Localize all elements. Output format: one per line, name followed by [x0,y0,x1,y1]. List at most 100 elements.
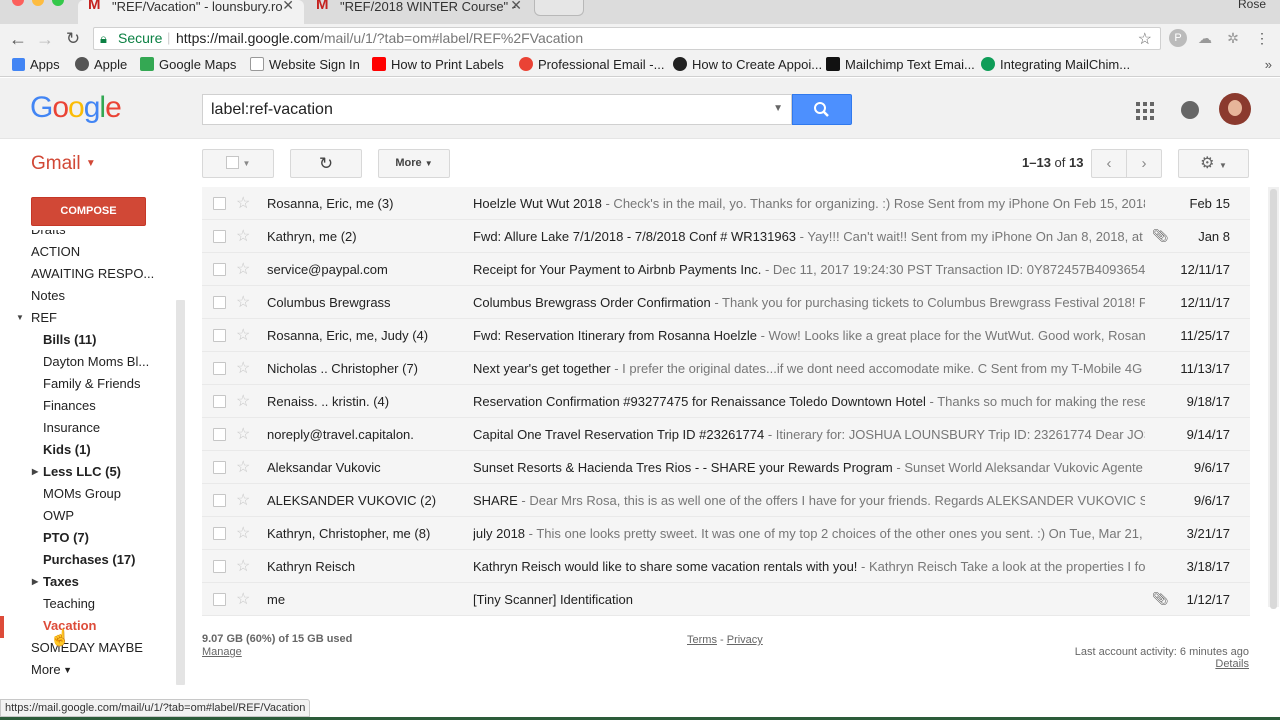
row-checkbox[interactable] [213,362,226,375]
row-checkbox[interactable] [213,593,226,606]
sidebar-item-taxes[interactable]: ▶ Taxes [32,571,79,593]
sidebar-item-less-llc-5[interactable]: ▶ Less LLC (5) [32,461,121,483]
bookmark-create-appointment[interactable]: How to Create Appoi... [673,57,822,72]
row-checkbox[interactable] [213,197,226,210]
reload-icon[interactable]: ↻ [62,27,84,51]
star-icon[interactable]: ☆ [236,325,250,345]
star-icon[interactable]: ☆ [236,292,250,312]
row-checkbox[interactable] [213,395,226,408]
more-actions-button[interactable]: More ▼ [378,149,450,178]
cloud-extension-icon[interactable]: ☁ [1196,29,1214,47]
sidebar-item-purchases-17[interactable]: Purchases (17) [43,549,136,571]
sidebar-item-more[interactable]: More ▼ [31,659,72,681]
sidebar-item-insurance[interactable]: Insurance [43,417,100,439]
table-row[interactable]: ☆ Nicholas .. Christopher (7) Next year's … [202,352,1250,385]
sidebar-item-someday-maybe[interactable]: SOMEDAY MAYBE [31,637,143,659]
address-bar[interactable]: 🔒︎ Secure | https://mail.google.com/mail… [93,27,1161,50]
star-icon[interactable]: ☆ [236,523,250,543]
table-row[interactable]: ☆ Renaiss. .. kristin. (4) Reservation Con… [202,385,1250,418]
sidebar-item-bills-11[interactable]: Bills (11) [43,329,96,351]
tab-winter-course[interactable]: M "REF/2018 WINTER Course" - ✕ [306,0,532,24]
row-checkbox[interactable] [213,230,226,243]
bookmark-website-sign-in[interactable]: Website Sign In [250,57,360,72]
search-input[interactable]: label:ref-vacation ▼ [202,94,792,125]
table-row[interactable]: ☆ Rosanna, Eric, me, Judy (4) Fwd: Reserva… [202,319,1250,352]
star-icon[interactable]: ☆ [236,259,250,279]
window-zoom-button[interactable] [52,0,64,6]
forward-arrow-icon[interactable]: → [34,27,56,51]
refresh-button[interactable]: ↻ [290,149,362,178]
tab-vacation[interactable]: M "REF/Vacation" - lounsbury.ro ✕ [78,0,304,24]
settings-button[interactable]: ⚙ ▼ [1178,149,1249,178]
row-checkbox[interactable] [213,329,226,342]
google-apps-icon[interactable] [1136,102,1154,120]
star-icon[interactable]: ☆ [236,457,250,477]
sidebar-item-dayton-moms-bl[interactable]: Dayton Moms Bl... [43,351,149,373]
bookmark-mailchimp-text[interactable]: Mailchimp Text Emai... [826,57,975,72]
row-checkbox[interactable] [213,560,226,573]
sidebar-item-ref[interactable]: ▼ REF [16,307,57,329]
google-logo[interactable]: Google [30,91,122,125]
row-checkbox[interactable] [213,461,226,474]
profile-name[interactable]: Rose [1238,0,1266,11]
avatar[interactable] [1219,93,1251,125]
table-row[interactable]: ☆ Kathryn, me (2) Fwd: Allure Lake 7/1/201… [202,220,1250,253]
table-row[interactable]: ☆ Rosanna, Eric, me (3) Hoelzle Wut Wut 20… [202,187,1250,220]
sidebar-item-moms-group[interactable]: MOMs Group [43,483,121,505]
extension-icon[interactable]: ✲ [1224,29,1242,47]
older-button[interactable]: › [1126,149,1162,178]
expand-right-icon[interactable]: ▶ [32,461,38,483]
star-icon[interactable]: ☆ [236,193,250,213]
new-tab-button[interactable] [534,0,584,16]
back-arrow-icon[interactable]: ← [7,27,29,51]
close-icon[interactable]: ✕ [510,0,522,12]
row-checkbox[interactable] [213,494,226,507]
sidebar-item-pto-7[interactable]: PTO (7) [43,527,89,549]
bookmark-apps[interactable]: Apps [12,57,60,72]
star-icon[interactable]: ☆ [236,226,250,246]
bookmark-professional-email[interactable]: Professional Email -... [519,57,664,72]
sidebar-item-finances[interactable]: Finances [43,395,96,417]
expand-down-icon[interactable]: ▼ [16,307,24,329]
table-row[interactable]: ☆ me [Tiny Scanner] Identification 📎︎ 1/12/1… [202,583,1250,616]
main-scrollbar[interactable] [1268,187,1279,609]
manage-storage-link[interactable]: Manage [202,646,242,658]
star-icon[interactable]: ☆ [236,556,250,576]
table-row[interactable]: ☆ Aleksandar Vukovic Sunset Resorts & Haci… [202,451,1250,484]
bookmarks-overflow-icon[interactable]: » [1265,57,1272,72]
sidebar-item-action[interactable]: ACTION [31,241,80,263]
table-row[interactable]: ☆ Kathryn, Christopher, me (8) july 2018 -… [202,517,1250,550]
search-options-caret-icon[interactable]: ▼ [773,103,783,114]
sidebar-item-kids-1[interactable]: Kids (1) [43,439,91,461]
row-checkbox[interactable] [213,527,226,540]
window-close-button[interactable] [12,0,24,6]
notifications-icon[interactable] [1181,101,1199,119]
bookmark-google-maps[interactable]: Google Maps [140,57,236,72]
row-checkbox[interactable] [213,263,226,276]
row-checkbox[interactable] [213,428,226,441]
star-icon[interactable]: ☆ [236,358,250,378]
sidebar-item-teaching[interactable]: Teaching [43,593,95,615]
sidebar-item-awaiting-respo[interactable]: AWAITING RESPO... [31,263,154,285]
select-all-checkbox[interactable] [225,156,239,169]
table-row[interactable]: ☆ noreply@travel.capitalon. Capital One Tr… [202,418,1250,451]
search-button[interactable] [792,94,852,125]
sidebar-item-family-friends[interactable]: Family & Friends [43,373,141,395]
table-row[interactable]: ☆ service@paypal.com Receipt for Your Paym… [202,253,1250,286]
table-row[interactable]: ☆ Kathryn Reisch Kathryn Reisch would like… [202,550,1250,583]
sidebar-item-drafts[interactable]: Drafts [31,230,66,241]
window-minimize-button[interactable] [32,0,44,6]
row-checkbox[interactable] [213,296,226,309]
newer-button[interactable]: ‹ [1091,149,1127,178]
bookmark-star-icon[interactable]: ☆ [1138,29,1152,49]
table-row[interactable]: ☆ ALEKSANDER VUKOVIC (2) SHARE - Dear Mrs … [202,484,1250,517]
activity-details-link[interactable]: Details [1215,658,1249,670]
bookmark-apple[interactable]: Apple [75,57,127,72]
pinterest-extension-icon[interactable]: P [1169,29,1187,47]
bookmark-integrating-mailchimp[interactable]: Integrating MailChim... [981,57,1130,72]
star-icon[interactable]: ☆ [236,490,250,510]
sidebar-scrollbar[interactable] [176,300,185,685]
gmail-app-switcher[interactable]: Gmail ▼ [31,153,96,175]
privacy-link[interactable]: Privacy [727,634,763,646]
sidebar-item-notes[interactable]: Notes [31,285,65,307]
